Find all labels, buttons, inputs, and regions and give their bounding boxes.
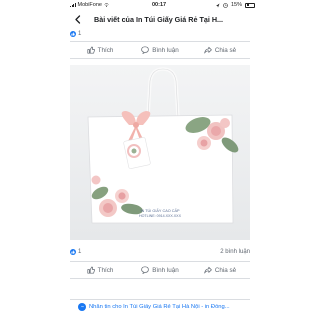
messenger-icon xyxy=(78,302,86,311)
thumbs-up-icon xyxy=(87,46,95,54)
post-photo[interactable]: IN TÚI GIẤY CAO CẤP HOTLINE: 0914.XXX.XX… xyxy=(70,65,250,240)
signal-icon xyxy=(70,3,76,7)
comment-label: Bình luận xyxy=(152,266,179,274)
like-count: 1 xyxy=(78,30,82,37)
message-bar-text: Nhắn tin cho In Túi Giấy Giá Rẻ Tại Hà N… xyxy=(89,303,230,310)
speech-bubble-icon xyxy=(141,266,149,274)
like-label: Thích xyxy=(97,266,114,274)
page-title: Bài viết của In Túi Giấy Giá Rẻ Tại H... xyxy=(94,14,224,24)
like-count-bottom: 1 xyxy=(78,249,82,255)
share-arrow-icon xyxy=(204,46,212,54)
post-header: Bài viết của In Túi Giấy Giá Rẻ Tại H... xyxy=(70,11,250,27)
like-button[interactable]: Thích xyxy=(70,266,130,274)
comment-button[interactable]: Bình luận xyxy=(130,266,190,274)
alarm-icon xyxy=(223,2,228,8)
carrier-name: MobiFone xyxy=(77,2,102,8)
comment-button[interactable]: Bình luận xyxy=(130,46,190,54)
message-page-bar[interactable]: Nhắn tin cho In Túi Giấy Giá Rẻ Tại Hà N… xyxy=(70,299,250,313)
share-arrow-icon xyxy=(204,266,212,274)
speech-bubble-icon xyxy=(141,46,149,54)
share-label: Chia sẻ xyxy=(214,266,237,274)
thumbs-up-icon xyxy=(87,266,95,274)
status-time: 00:17 xyxy=(152,2,167,8)
wifi-icon xyxy=(104,3,109,7)
action-row-top: Thích Bình luận Chia sẻ xyxy=(70,41,250,59)
paper-bag-image: IN TÚI GIẤY CAO CẤP HOTLINE: 0914.XXX.XX… xyxy=(70,65,250,240)
share-button[interactable]: Chia sẻ xyxy=(190,266,250,274)
status-right: 15% xyxy=(215,2,256,8)
status-bar: MobiFone 00:17 15% xyxy=(0,0,320,11)
comment-label: Bình luận xyxy=(152,46,179,54)
like-button[interactable]: Thích xyxy=(70,46,130,54)
share-button[interactable]: Chia sẻ xyxy=(190,46,250,54)
reaction-summary-top[interactable]: 1 xyxy=(70,29,81,38)
battery-icon xyxy=(245,2,256,8)
battery-percent: 15% xyxy=(231,2,243,8)
action-row-bottom: Thích Bình luận Chia sẻ xyxy=(70,261,250,279)
like-summary[interactable]: 1 xyxy=(70,249,81,255)
photo-watermark-line1: IN TÚI GIẤY CAO CẤP xyxy=(140,208,180,213)
location-icon xyxy=(216,3,220,7)
like-label: Thích xyxy=(97,46,114,54)
share-label: Chia sẻ xyxy=(214,46,237,54)
like-badge-icon xyxy=(70,30,76,37)
photo-watermark-line2: HOTLINE: 0914.XXX.XXX xyxy=(139,214,182,218)
status-left: MobiFone xyxy=(70,2,109,8)
comment-count[interactable]: 2 bình luận xyxy=(220,249,250,255)
chevron-left-icon[interactable] xyxy=(70,12,84,26)
reaction-summary-bottom: 1 2 bình luận xyxy=(70,247,250,257)
like-badge-icon xyxy=(70,249,76,255)
